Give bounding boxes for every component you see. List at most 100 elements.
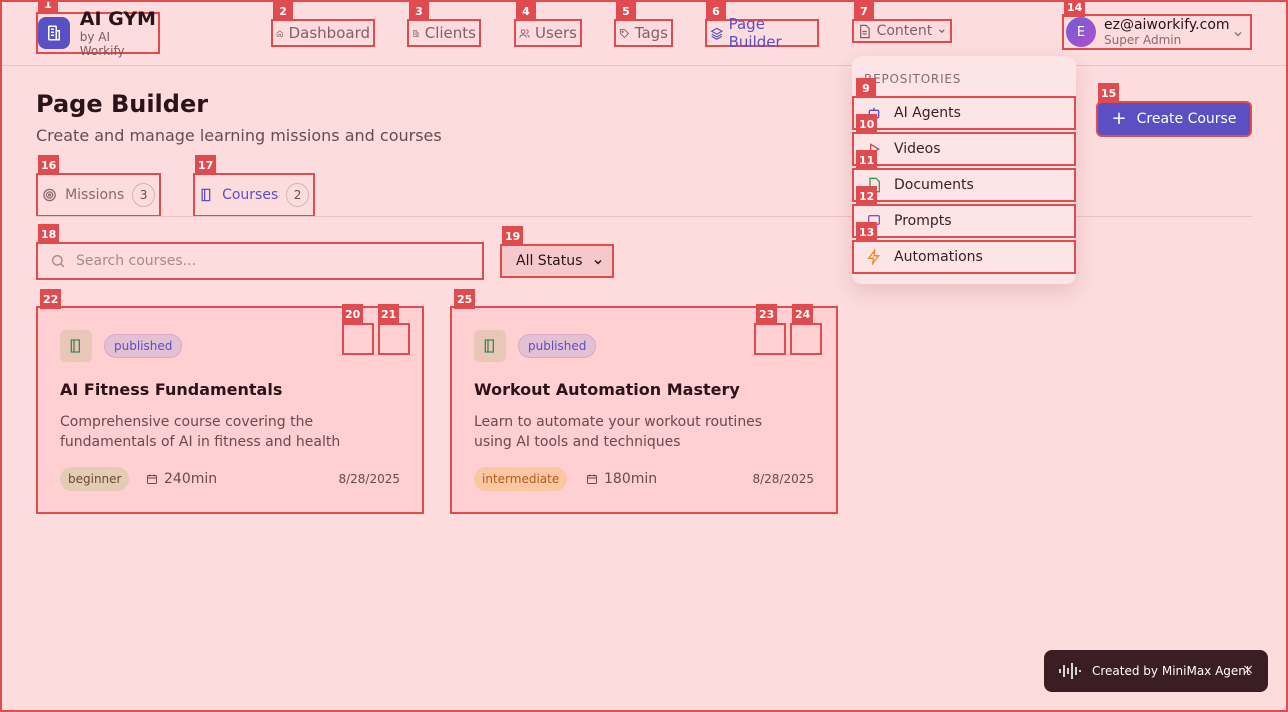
marker-label: 25	[454, 289, 476, 309]
brand-subtitle: by AI Workify	[79, 30, 125, 58]
marker-label: 15	[1098, 83, 1120, 103]
chevron-down-icon	[1234, 32, 1242, 37]
marker-label: 9	[856, 78, 876, 98]
menu-item-label: Automations	[894, 249, 983, 265]
edit-course-button[interactable]	[342, 323, 374, 355]
search-box[interactable]	[36, 242, 484, 280]
content-dropdown: REPOSITORIES AI Agents Videos Documents …	[852, 56, 1076, 284]
layers-icon	[710, 27, 724, 40]
marker-label: 10	[856, 114, 878, 134]
search-icon	[52, 254, 65, 268]
tab-count: 2	[286, 183, 309, 207]
nav-tags[interactable]: Tags	[614, 19, 673, 47]
create-course-button[interactable]: + Create Course	[1096, 101, 1252, 137]
delete-course-button[interactable]	[790, 323, 822, 355]
document-icon	[860, 24, 870, 38]
course-card[interactable]: published AI Fitness Fundamentals Compre…	[36, 306, 424, 514]
nav-dashboard[interactable]: Dashboard	[271, 19, 375, 47]
marker-label: 17	[195, 155, 217, 175]
user-menu[interactable]: E ez@aiworkify.com Super Admin	[1062, 14, 1252, 50]
close-icon[interactable]: ×	[1242, 662, 1254, 678]
avatar: E	[1066, 17, 1096, 47]
status-badge: published	[518, 334, 597, 358]
marker-label: 2	[273, 1, 293, 21]
course-duration: 240min	[146, 471, 217, 487]
course-date: 8/28/2025	[338, 472, 400, 486]
marker-label: 6	[706, 1, 726, 21]
nav-dashboard-label: Dashboard	[288, 24, 370, 42]
nav-users[interactable]: Users	[514, 19, 582, 47]
tab-missions[interactable]: Missions 3	[36, 173, 161, 217]
nav-clients-label: Clients	[424, 24, 476, 42]
course-date: 8/28/2025	[752, 472, 814, 486]
course-description: Learn to automate your workout routines …	[474, 414, 763, 450]
course-card[interactable]: published Workout Automation Mastery Lea…	[450, 306, 838, 514]
course-title: Workout Automation Mastery	[474, 380, 740, 399]
top-header: AI GYM by AI Workify Dashboard Clients U…	[0, 0, 1288, 66]
nav-clients[interactable]: Clients	[407, 19, 481, 47]
menu-item-prompts[interactable]: Prompts	[852, 204, 1076, 238]
user-email: ez@aiworkify.com	[1104, 17, 1230, 33]
course-duration-value: 180min	[604, 471, 658, 487]
chevron-down-icon	[594, 259, 602, 265]
level-badge: intermediate	[474, 467, 568, 491]
nav-users-label: Users	[534, 24, 577, 42]
lightning-icon	[867, 249, 880, 265]
marker-label: 18	[38, 224, 60, 244]
menu-item-ai-agents[interactable]: AI Agents	[852, 96, 1076, 130]
edit-course-button[interactable]	[754, 323, 786, 355]
nav-page-builder-label: Page Builder	[728, 15, 782, 51]
marker-label: 11	[856, 150, 878, 170]
marker-label: 22	[40, 289, 62, 309]
course-title: AI Fitness Fundamentals	[60, 380, 283, 399]
marker-label: 16	[38, 155, 60, 175]
user-role: Super Admin	[1104, 33, 1182, 47]
delete-course-button[interactable]	[378, 323, 410, 355]
tag-icon	[619, 28, 630, 38]
calendar-icon	[587, 474, 597, 484]
book-icon	[474, 330, 506, 362]
level-badge: beginner	[60, 467, 130, 491]
menu-item-automations[interactable]: Automations	[852, 240, 1076, 274]
nav-content[interactable]: Content	[852, 19, 952, 43]
status-badge: published	[104, 334, 183, 358]
menu-item-videos[interactable]: Videos	[852, 132, 1076, 166]
chevron-down-icon	[939, 29, 945, 34]
menu-item-label: AI Agents	[894, 105, 961, 121]
nav-tags-label: Tags	[634, 24, 668, 42]
marker-label: 20	[342, 304, 364, 324]
marker-label: 4	[516, 1, 536, 21]
marker-label: 14	[1064, 0, 1086, 17]
plus-icon: +	[1111, 108, 1127, 129]
search-input[interactable]	[76, 253, 456, 269]
marker-label: 1	[38, 0, 58, 14]
dropdown-heading: REPOSITORIES	[864, 72, 962, 86]
toast-text: Created by MiniMax Agent	[1092, 664, 1251, 678]
home-icon	[276, 30, 283, 37]
tab-count: 3	[132, 183, 155, 207]
marker-label: 12	[856, 186, 878, 206]
nav-page-builder[interactable]: Page Builder	[705, 15, 819, 51]
page-title: Page Builder	[36, 90, 209, 118]
marker-label: 3	[409, 1, 429, 21]
nav-content-label: Content	[876, 23, 933, 39]
status-filter-value: All Status	[516, 253, 583, 269]
menu-item-label: Documents	[894, 177, 974, 193]
marker-label: 19	[502, 226, 524, 246]
book-icon	[201, 188, 211, 202]
target-icon	[43, 188, 56, 202]
brand[interactable]: AI GYM by AI Workify	[36, 8, 160, 58]
marker-label: 23	[756, 304, 778, 324]
menu-item-label: Videos	[894, 141, 941, 157]
status-filter-select[interactable]: All Status	[500, 244, 614, 278]
tab-courses[interactable]: Courses 2	[193, 173, 315, 217]
building-icon	[413, 29, 419, 37]
marker-label: 21	[378, 304, 400, 324]
agent-toast: Created by MiniMax Agent ×	[1044, 650, 1268, 692]
page-subtitle: Create and manage learning missions and …	[36, 126, 442, 145]
tab-courses-label: Courses	[222, 187, 279, 203]
marker-label: 24	[792, 304, 814, 324]
book-icon	[60, 330, 92, 362]
menu-item-documents[interactable]: Documents	[852, 168, 1076, 202]
marker-label: 7	[854, 1, 874, 21]
